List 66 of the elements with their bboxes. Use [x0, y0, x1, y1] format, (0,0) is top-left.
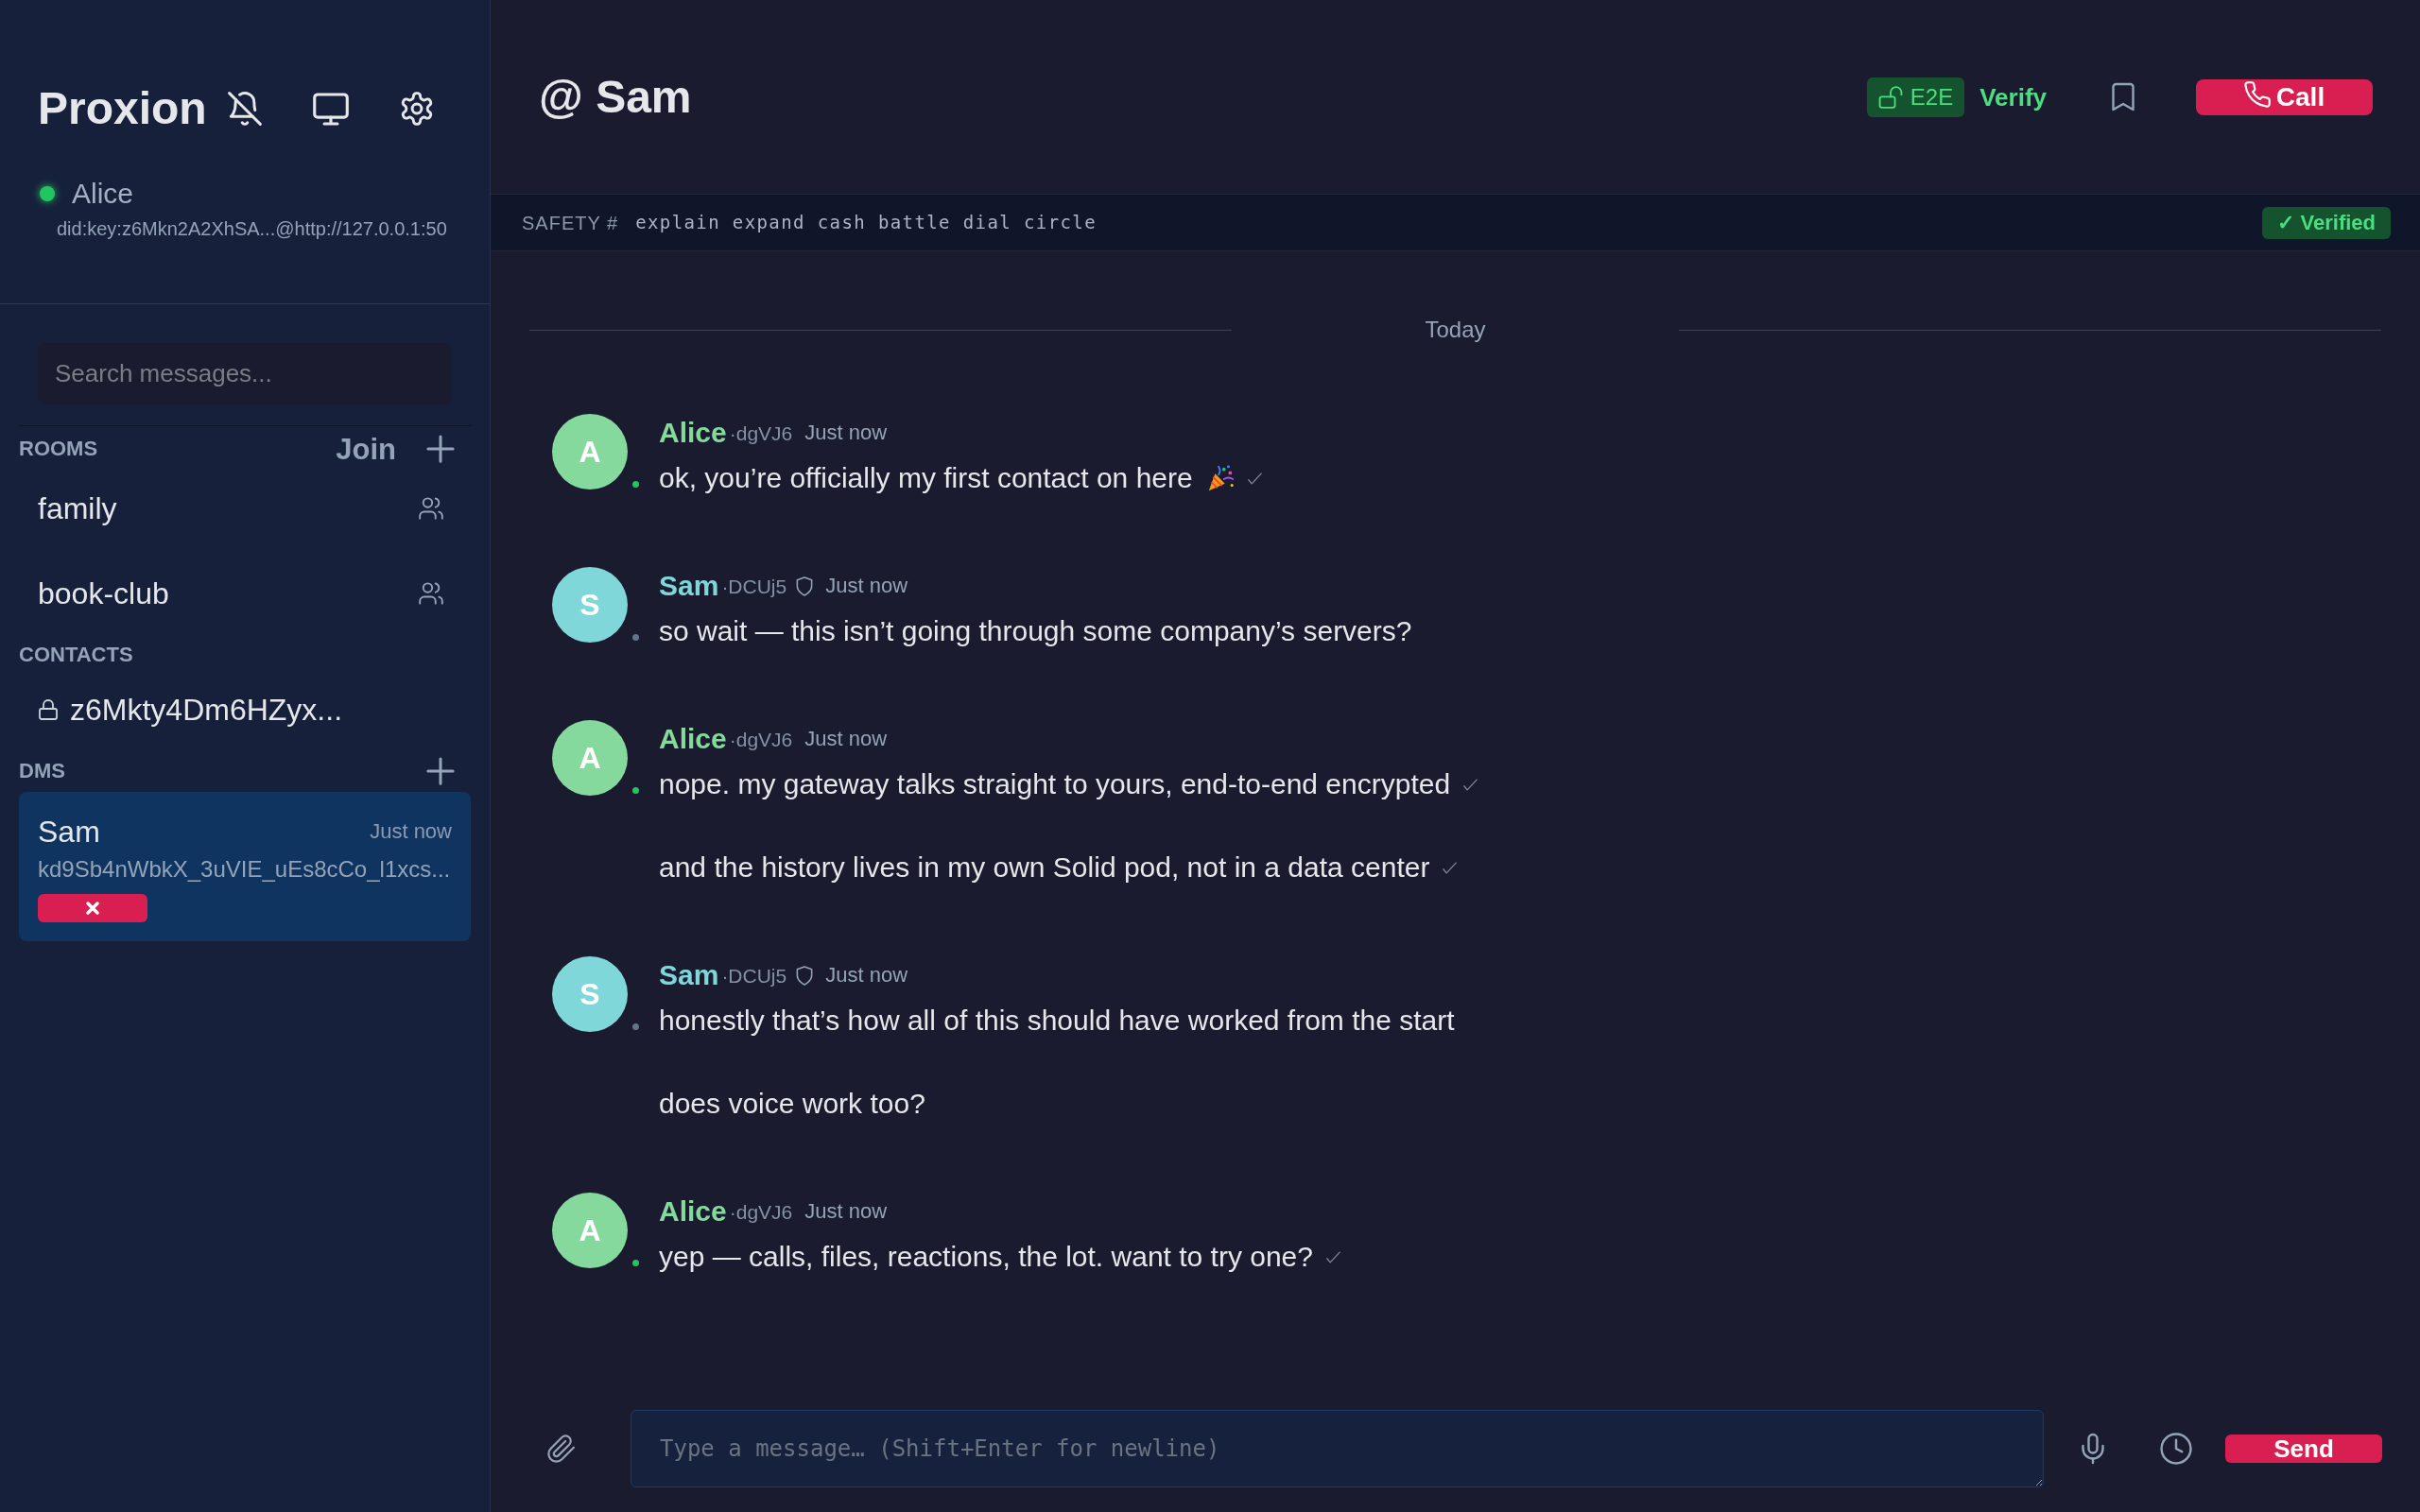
microphone-icon[interactable]	[2082, 1433, 2104, 1465]
timestamp: Just now	[370, 821, 452, 842]
message-text: ok, you’re officially my first contact on here	[659, 464, 1193, 492]
plus-icon[interactable]	[426, 757, 455, 785]
room-item[interactable]: family	[19, 480, 471, 537]
chat-title: @ Sam	[539, 74, 692, 120]
timestamp: Just now	[804, 1201, 888, 1222]
open-lock-icon	[1877, 85, 1903, 109]
app-title: Proxion	[38, 86, 207, 131]
sender-name: Alice	[659, 419, 727, 447]
timestamp: Just now	[804, 729, 888, 749]
lock-icon	[39, 698, 58, 721]
sender-key: ·dgVJ6	[729, 729, 793, 749]
avatar: A	[552, 1193, 628, 1268]
sender-key: ·dgVJ6	[729, 422, 793, 443]
verified-badge: ✓ Verified	[2262, 206, 2391, 239]
bookmark-icon[interactable]	[2112, 82, 2135, 112]
sender-name: Alice	[659, 725, 727, 753]
timestamp: Just now	[804, 422, 888, 443]
send-button[interactable]: Send	[2225, 1435, 2382, 1463]
sender-name: Alice	[659, 1197, 727, 1226]
people-icon	[419, 497, 443, 520]
timestamp: Just now	[825, 965, 908, 986]
avatar: A	[552, 414, 628, 490]
contact-name: Sam	[38, 816, 100, 847]
bell-off-icon[interactable]	[227, 92, 262, 126]
clock-icon[interactable]	[2160, 1433, 2192, 1465]
avatar: S	[552, 956, 628, 1032]
contact-item[interactable]: z6Mkty4Dm6HZyx...	[19, 681, 471, 738]
monitor-icon[interactable]	[312, 92, 349, 126]
safety-label: SAFETY #	[522, 213, 619, 232]
sender-key: ·dgVJ6	[729, 1201, 793, 1222]
verify-button[interactable]: Verify	[1979, 84, 2047, 110]
message-text: does voice work too?	[659, 1090, 925, 1118]
sender-name: Sam	[659, 572, 719, 600]
room-item[interactable]: book-club	[19, 565, 471, 622]
user-name: Alice	[72, 180, 134, 208]
timestamp: Just now	[825, 576, 908, 596]
paperclip-icon[interactable]	[547, 1434, 576, 1464]
user-address: did:key:z6Mkn2A2XhSA...@http://127.0.0.1:50	[57, 219, 447, 238]
section-heading: CONTACTS	[19, 644, 133, 665]
message-text: so wait — this isn’t going through some company’s servers?	[659, 617, 1412, 645]
sender-key: ·DCUj5	[721, 965, 787, 986]
plus-icon[interactable]	[426, 435, 455, 463]
dm-item[interactable]: Sam Just now kd9Sb4nWbkX_3uVIE_uEs8cCo_l1xcs...	[19, 792, 471, 941]
message-preview: kd9Sb4nWbkX_3uVIE_uEs8cCo_l1xcs...	[38, 858, 451, 881]
sender-key: ·DCUj5	[721, 576, 787, 596]
date-divider: Today	[1425, 318, 1486, 341]
message-text: honestly that’s how all of this should have worked from the start	[659, 1006, 1455, 1035]
call-button[interactable]: Call	[2196, 78, 2373, 115]
people-icon	[419, 582, 443, 605]
section-heading: DMS	[19, 761, 65, 782]
avatar: A	[552, 720, 628, 796]
search-field[interactable]: Search messages...	[38, 343, 452, 404]
join-button[interactable]: Join	[336, 434, 396, 464]
sender-name: Sam	[659, 961, 719, 989]
phone-icon	[2243, 80, 2271, 108]
e2e-label: E2E	[1910, 85, 1954, 109]
message-text: nope. my gateway talks straight to yours, end-to-end encrypted	[659, 770, 1451, 799]
message-text: yep — calls, files, reactions, the lot. want to try one?	[659, 1243, 1313, 1271]
section-heading: ROOMS	[19, 438, 98, 459]
message-text: and the history lives in my own Solid pod, not in a data center	[659, 853, 1430, 882]
message-input[interactable]: Type a message… (Shift+Enter for newline)	[631, 1410, 2044, 1487]
settings-icon[interactable]	[399, 92, 434, 126]
safety-words: explain expand cash battle dial circle	[635, 214, 1097, 232]
avatar: S	[552, 567, 628, 643]
